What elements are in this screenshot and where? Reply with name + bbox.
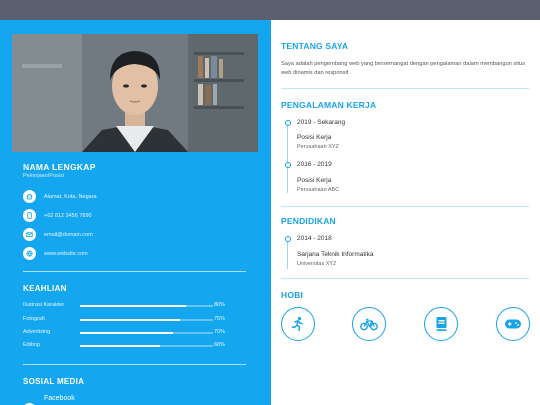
contact-phone: +62 812 3456 7890 [23,209,92,222]
skill-bar-fill [80,305,187,307]
section-divider [281,206,529,207]
email-icon [23,228,36,241]
skill-bar-track [80,319,213,321]
home-icon [23,190,36,203]
main-content: TENTANG SAYA Saya adalah pengembang web … [271,20,540,405]
skill-row: Fotografi 75% [23,316,233,324]
contact-phone-text: +62 812 3456 7890 [44,212,92,219]
skill-percent: 60% [214,342,226,348]
profile-photo [12,34,258,152]
book-icon [424,307,458,341]
skill-label: Advertising [23,329,51,335]
social-item-facebook[interactable]: Facebook [23,395,75,405]
experience-heading: PENGALAMAN KERJA [281,100,377,110]
running-icon [281,307,315,341]
contact-address-text: Alamat, Kota, Negara [44,193,97,200]
education-period: 2014 - 2018 [297,235,332,242]
education-org: Universitas XYZ [297,261,337,267]
experience-role: Posisi Kerja [297,177,332,184]
skill-bar-track [80,345,213,347]
social-label: Facebook [44,395,75,402]
experience-period: 2016 - 2019 [297,161,332,168]
contact-website-text: www.website.com [44,250,88,257]
sidebar-divider [23,364,246,365]
education-degree: Sarjana Teknik Informatika [297,251,374,258]
experience-org: Perusahaan XYZ [297,144,339,150]
experience-period: 2019 - Sekarang [297,119,346,126]
phone-icon [23,209,36,222]
skill-label: Ilustrasi Karakter [23,302,65,308]
contact-address: Alamat, Kota, Negara [23,190,97,203]
sidebar-divider [23,271,246,272]
skill-row: Editing 60% [23,342,233,350]
sidebar: NAMA LENGKAP Pekerjaan/Posisi Alamat, Ko… [0,20,271,405]
about-heading: TENTANG SAYA [281,41,349,51]
skills-heading: KEAHLIAN [23,284,67,293]
skill-bar-fill [80,332,174,334]
timeline-dot [284,120,291,126]
section-divider [281,278,529,279]
skill-row: Advertising 70% [23,329,233,337]
skill-label: Fotografi [23,316,45,322]
social-heading: SOSIAL MEDIA [23,377,85,386]
contact-email[interactable]: email@domain.com [23,228,93,241]
top-bar [0,0,540,20]
timeline-line [287,123,288,193]
skill-bar-track [80,305,213,307]
skill-label: Editing [23,342,40,348]
timeline-line [287,239,288,269]
section-divider [281,88,529,89]
timeline-dot [284,236,291,242]
experience-role: Posisi Kerja [297,134,332,141]
about-text: Saya adalah pengembang web yang berseman… [281,61,526,76]
skill-row: Ilustrasi Karakter 80% [23,302,233,310]
skill-percent: 70% [214,329,226,335]
contact-website[interactable]: www.website.com [23,247,88,260]
timeline-dot [284,162,291,168]
profile-job-title: Pekerjaan/Posisi [23,173,64,179]
bicycle-icon [352,307,386,341]
hobbies-heading: HOBI [281,290,304,300]
skill-bar-fill [80,345,160,347]
gamepad-icon [496,307,530,341]
skill-percent: 80% [214,302,226,308]
skill-bar-fill [80,319,180,321]
skill-bar-track [80,332,213,334]
experience-org: Perusahaan ABC [297,187,340,193]
globe-icon [23,247,36,260]
skill-percent: 75% [214,316,226,322]
profile-name: NAMA LENGKAP [23,162,96,172]
education-heading: PENDIDIKAN [281,216,336,226]
contact-email-text: email@domain.com [44,231,93,238]
